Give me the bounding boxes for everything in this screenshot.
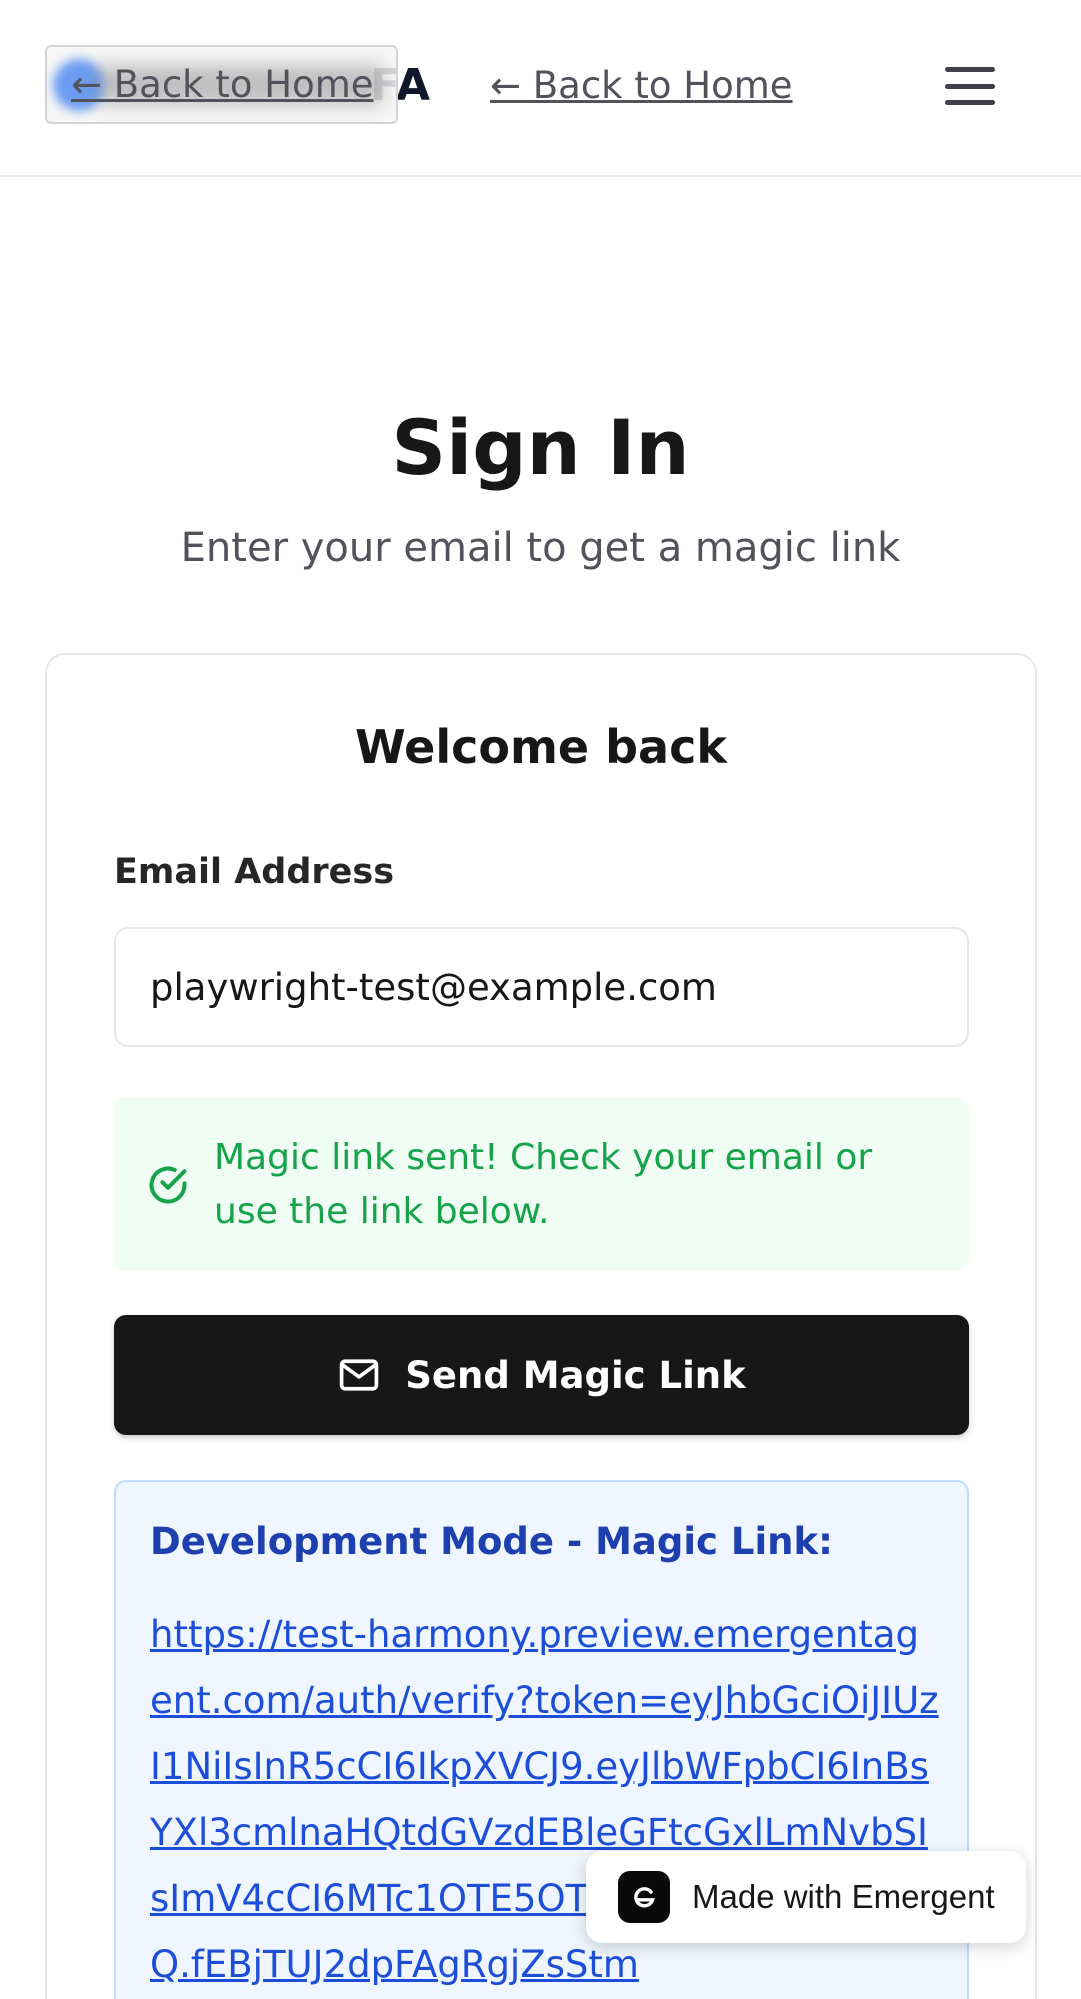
page-subtitle: Enter your email to get a magic link [180, 525, 901, 571]
menu-bar [945, 83, 995, 89]
floating-back-overlay[interactable]: ← Back to Home [45, 45, 398, 124]
mail-icon [340, 1359, 379, 1391]
email-label: Email Address [114, 852, 395, 892]
send-magic-link-button[interactable]: Send Magic Link [114, 1315, 969, 1435]
overlay-back-to-home-link[interactable]: ← Back to Home [71, 63, 374, 106]
back-to-home-link[interactable]: ← Back to Home [490, 64, 793, 107]
check-circle-icon [149, 1166, 187, 1204]
hamburger-icon[interactable] [940, 60, 1000, 112]
success-alert: Magic link sent! Check your email or use… [114, 1097, 969, 1271]
sign-in-card: Welcome back Email Address Magic link se… [45, 653, 1037, 1999]
success-message: Magic link sent! Check your email or use… [214, 1137, 873, 1232]
page-title: Sign In [391, 403, 690, 492]
menu-bar [945, 67, 995, 72]
top-navbar: FA ← Back to Home ← Back to Home [0, 0, 1081, 177]
dev-mode-title: Development Mode - Magic Link: [150, 1520, 833, 1563]
made-with-emergent-badge[interactable]: Made with Emergent [586, 1851, 1026, 1943]
emergent-logo-icon [618, 1871, 670, 1923]
card-title: Welcome back [355, 720, 727, 774]
badge-label: Made with Emergent [692, 1878, 995, 1915]
email-input[interactable] [114, 927, 969, 1047]
send-button-label: Send Magic Link [405, 1353, 746, 1397]
page: FA ← Back to Home ← Back to Home Sign In… [0, 0, 1081, 1999]
menu-bar [945, 100, 995, 105]
